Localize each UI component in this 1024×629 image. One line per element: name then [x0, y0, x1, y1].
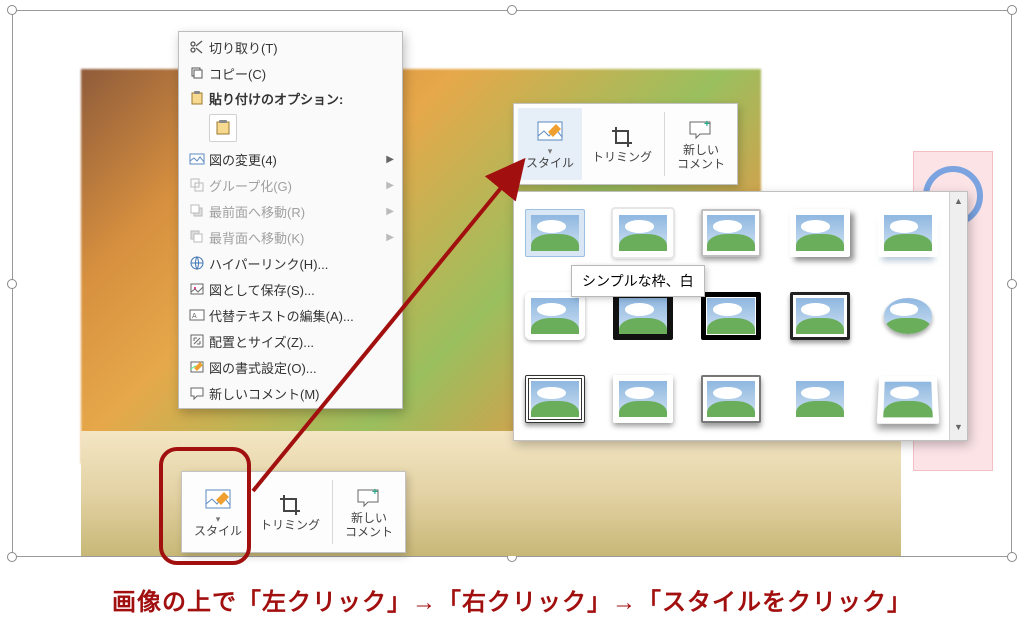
- bring-front-icon: [185, 203, 209, 219]
- selection-handle[interactable]: [7, 5, 17, 15]
- chevron-right-icon: ▶: [386, 232, 394, 243]
- button-label: スタイル: [526, 157, 574, 171]
- context-menu: 切り取り(T) コピー(C) 貼り付けのオプション: 図の変更(4) ▶: [178, 31, 403, 409]
- menu-item-label: 図の変更(4): [209, 150, 386, 169]
- style-thumb-rounded-diagonal[interactable]: [701, 375, 761, 423]
- toolbar-divider: [332, 480, 333, 544]
- style-thumb-snip-diagonal[interactable]: [790, 375, 850, 423]
- menu-item-size-position[interactable]: 配置とサイズ(Z)...: [179, 328, 402, 354]
- chevron-right-icon: ▶: [386, 154, 394, 165]
- format-picture-icon: [185, 359, 209, 375]
- send-back-icon: [185, 229, 209, 245]
- style-thumb-drop-shadow[interactable]: [790, 209, 850, 257]
- style-thumb-beveled-matte[interactable]: [613, 209, 673, 257]
- menu-item-label: 貼り付けのオプション:: [209, 89, 394, 108]
- menu-item-cut[interactable]: 切り取り(T): [179, 34, 402, 60]
- menu-item-copy[interactable]: コピー(C): [179, 60, 402, 86]
- selection-handle[interactable]: [1007, 279, 1017, 289]
- save-picture-icon: [185, 281, 209, 297]
- style-thumb-double-frame-black[interactable]: [613, 292, 673, 340]
- gallery-grid: [514, 192, 949, 440]
- menu-item-alt-text[interactable]: A 代替テキストの編集(A)...: [179, 302, 402, 328]
- selection-handle[interactable]: [507, 5, 517, 15]
- button-label: トリミング: [592, 151, 652, 165]
- menu-item-save-as-picture[interactable]: 図として保存(S)...: [179, 276, 402, 302]
- instruction-caption: 画像の上で「左クリック」→「右クリック」→「スタイルをクリック」: [0, 582, 1024, 617]
- chevron-right-icon: ▶: [386, 180, 394, 191]
- chevron-right-icon: ▶: [386, 206, 394, 217]
- mini-toolbar: ▾ スタイル トリミング + 新しいコメント: [513, 103, 738, 185]
- style-tooltip: シンプルな枠、白: [571, 265, 705, 297]
- scissors-icon: [185, 39, 209, 55]
- menu-item-format-picture[interactable]: 図の書式設定(O)...: [179, 354, 402, 380]
- picture-icon: [185, 151, 209, 167]
- link-icon: [185, 255, 209, 271]
- menu-item-label: 最背面へ移動(K): [209, 228, 386, 247]
- style-thumb-compound-frame-black[interactable]: [701, 292, 761, 340]
- paste-icon: [185, 90, 209, 106]
- menu-item-label: 図の書式設定(O)...: [209, 358, 394, 377]
- menu-item-label: 代替テキストの編集(A)...: [209, 306, 394, 325]
- alt-text-icon: A: [185, 307, 209, 323]
- scroll-down-icon[interactable]: ▼: [952, 422, 966, 436]
- copy-icon: [185, 65, 209, 81]
- style-thumb-thick-matte-black[interactable]: [613, 375, 673, 423]
- new-comment-button[interactable]: + 新しいコメント: [337, 476, 401, 548]
- annotation-highlight-box: [159, 447, 251, 565]
- svg-text:+: +: [704, 119, 710, 130]
- picture-style-gallery: ▲ ▼: [513, 191, 968, 441]
- scroll-up-icon[interactable]: ▲: [952, 196, 966, 210]
- style-thumb-moderate-frame-black[interactable]: [790, 292, 850, 340]
- style-thumb-reflected-rounded[interactable]: [878, 209, 938, 257]
- menu-item-label: 切り取り(T): [209, 38, 394, 57]
- toolbar-divider: [664, 112, 665, 176]
- menu-item-group: グループ化(G) ▶: [179, 172, 402, 198]
- style-button[interactable]: ▾ スタイル: [518, 108, 582, 180]
- style-thumb-center-shadow[interactable]: [525, 375, 585, 423]
- style-thumb-beveled-oval-black[interactable]: [878, 292, 938, 340]
- menu-item-label: コピー(C): [209, 64, 394, 83]
- menu-item-send-back: 最背面へ移動(K) ▶: [179, 224, 402, 250]
- selection-handle[interactable]: [7, 279, 17, 289]
- menu-item-label: グループ化(G): [209, 176, 386, 195]
- svg-text:A: A: [192, 313, 197, 320]
- crop-button[interactable]: トリミング: [252, 476, 328, 548]
- button-label: 新しいコメント: [345, 512, 393, 540]
- selection-handle[interactable]: [1007, 552, 1017, 562]
- button-label: トリミング: [260, 519, 320, 533]
- menu-item-label: 新しいコメント(M): [209, 384, 394, 403]
- comment-icon: [185, 385, 209, 401]
- size-icon: [185, 333, 209, 349]
- crop-icon: [610, 123, 634, 151]
- comment-add-icon: +: [688, 116, 714, 144]
- style-thumb-perspective-shadow[interactable]: [877, 377, 940, 425]
- menu-item-label: 図として保存(S)...: [209, 280, 394, 299]
- style-thumb-metal-frame[interactable]: [701, 209, 761, 257]
- group-icon: [185, 177, 209, 193]
- menu-paste-option-row: [179, 110, 402, 146]
- picture-style-icon: [537, 118, 563, 146]
- comment-add-icon: +: [356, 484, 382, 512]
- gallery-scrollbar[interactable]: ▲ ▼: [949, 192, 967, 440]
- selection-handle[interactable]: [1007, 5, 1017, 15]
- svg-text:+: +: [372, 487, 378, 498]
- menu-item-label: 配置とサイズ(Z)...: [209, 332, 394, 351]
- menu-item-bring-front: 最前面へ移動(R) ▶: [179, 198, 402, 224]
- selection-frame: 切り取り(T) コピー(C) 貼り付けのオプション: 図の変更(4) ▶: [12, 10, 1012, 557]
- menu-item-change-picture[interactable]: 図の変更(4) ▶: [179, 146, 402, 172]
- selection-handle[interactable]: [7, 552, 17, 562]
- menu-item-label: ハイパーリンク(H)...: [209, 254, 394, 273]
- crop-icon: [278, 491, 302, 519]
- new-comment-button[interactable]: + 新しいコメント: [669, 108, 733, 180]
- menu-item-new-comment[interactable]: 新しいコメント(M): [179, 380, 402, 406]
- menu-paste-options-header: 貼り付けのオプション:: [179, 86, 402, 110]
- menu-item-hyperlink[interactable]: ハイパーリンク(H)...: [179, 250, 402, 276]
- style-thumb-simple-frame-white[interactable]: [525, 209, 585, 257]
- menu-item-label: 最前面へ移動(R): [209, 202, 386, 221]
- button-label: 新しいコメント: [677, 144, 725, 172]
- paste-option-picture[interactable]: [209, 114, 237, 142]
- style-thumb-soft-edge[interactable]: [525, 292, 585, 340]
- crop-button[interactable]: トリミング: [584, 108, 660, 180]
